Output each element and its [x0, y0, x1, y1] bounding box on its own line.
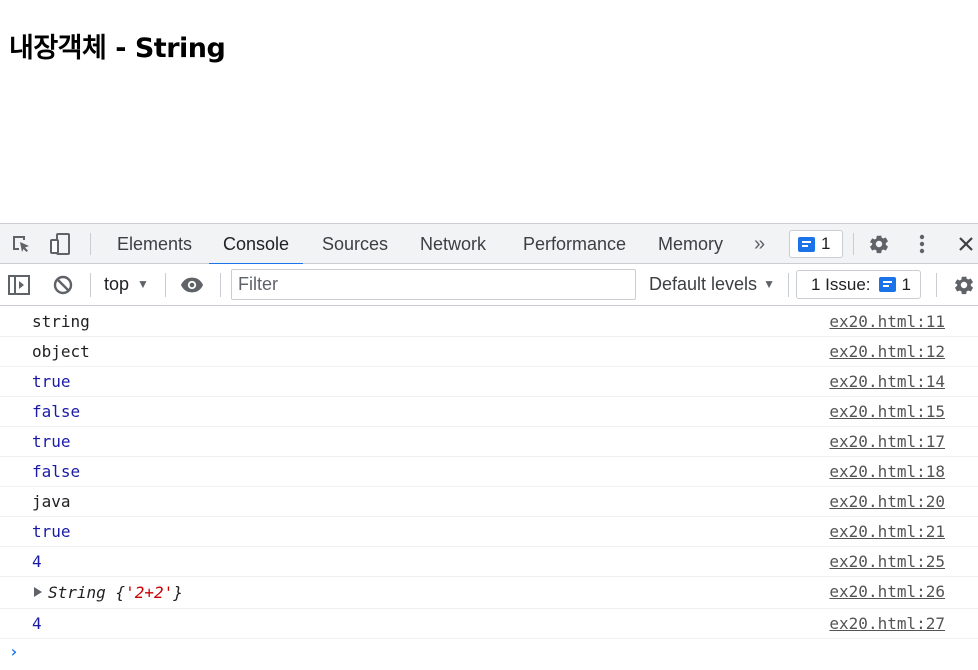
source-link[interactable]: ex20.html:15 — [829, 402, 945, 421]
tab-console[interactable]: Console — [208, 224, 304, 265]
toolbar-divider — [90, 233, 91, 255]
messages-badge[interactable]: 1 — [789, 230, 843, 258]
dropdown-caret-icon: ▼ — [763, 277, 775, 291]
console-message: true — [32, 372, 71, 391]
source-link[interactable]: ex20.html:17 — [829, 432, 945, 451]
console-row: true ex20.html:17 — [0, 427, 978, 457]
more-tabs-icon[interactable]: » — [754, 224, 765, 264]
source-link[interactable]: ex20.html:18 — [829, 462, 945, 481]
toolbar-divider — [90, 273, 91, 297]
toolbar-divider — [936, 273, 937, 297]
prompt-chevron-icon: › — [9, 642, 19, 661]
console-message: 4 — [32, 552, 42, 571]
source-link[interactable]: ex20.html:14 — [829, 372, 945, 391]
show-sidebar-icon[interactable] — [7, 273, 31, 297]
log-levels-label: Default levels — [649, 274, 758, 294]
devtools-panel: Elements Console Sources Network Perform… — [0, 223, 978, 670]
toolbar-divider — [853, 233, 854, 255]
object-string-value: '2+2' — [125, 583, 174, 602]
toolbar-divider — [165, 273, 166, 297]
live-expression-eye-icon[interactable] — [180, 273, 204, 297]
source-link[interactable]: ex20.html:12 — [829, 342, 945, 361]
source-link[interactable]: ex20.html:20 — [829, 492, 945, 511]
console-message: 4 — [32, 614, 42, 633]
context-selector[interactable]: top ▼ — [104, 264, 149, 305]
console-row: false ex20.html:15 — [0, 397, 978, 427]
console-prompt[interactable]: › — [0, 639, 978, 665]
issues-button[interactable]: 1 Issue: 1 — [796, 270, 921, 299]
console-message: true — [32, 522, 71, 541]
close-icon[interactable] — [954, 232, 978, 256]
source-link[interactable]: ex20.html:25 — [829, 552, 945, 571]
console-row: 4 ex20.html:27 — [0, 609, 978, 639]
console-message: object — [32, 342, 90, 361]
console-output: string ex20.html:11 object ex20.html:12 … — [0, 307, 978, 665]
console-message: string — [32, 312, 90, 331]
devtools-tabbar: Elements Console Sources Network Perform… — [0, 223, 978, 265]
object-suffix: } — [173, 583, 183, 602]
console-row-object[interactable]: String {'2+2'} ex20.html:26 — [0, 577, 978, 609]
tab-elements[interactable]: Elements — [117, 224, 192, 264]
toolbar-divider — [788, 273, 789, 297]
tab-sources[interactable]: Sources — [322, 224, 388, 264]
issues-count: 1 — [901, 274, 912, 294]
console-row: false ex20.html:18 — [0, 457, 978, 487]
inspect-element-icon[interactable] — [9, 232, 33, 256]
console-object-message[interactable]: String {'2+2'} — [34, 583, 183, 602]
filter-input[interactable] — [231, 269, 636, 300]
tab-network[interactable]: Network — [420, 224, 486, 264]
console-message: false — [32, 402, 81, 421]
source-link[interactable]: ex20.html:27 — [829, 614, 945, 633]
message-icon — [798, 236, 815, 252]
console-row: true ex20.html:14 — [0, 367, 978, 397]
messages-count: 1 — [821, 234, 831, 253]
console-row: true ex20.html:21 — [0, 517, 978, 547]
source-link[interactable]: ex20.html:11 — [829, 312, 945, 331]
source-link[interactable]: ex20.html:26 — [829, 582, 945, 601]
console-row: 4 ex20.html:25 — [0, 547, 978, 577]
console-row: string ex20.html:11 — [0, 307, 978, 337]
console-row: java ex20.html:20 — [0, 487, 978, 517]
issues-label: 1 Issue: — [811, 274, 871, 294]
clear-console-icon[interactable] — [51, 273, 75, 297]
console-toolbar: top ▼ Default levels ▼ 1 Issue: 1 — [0, 264, 978, 306]
console-row: object ex20.html:12 — [0, 337, 978, 367]
console-message: false — [32, 462, 81, 481]
expand-triangle-icon[interactable] — [34, 587, 42, 597]
console-message: true — [32, 432, 71, 451]
page-title: 내장객체 - String — [9, 33, 226, 64]
issue-icon — [878, 277, 896, 292]
tab-memory[interactable]: Memory — [658, 224, 723, 264]
settings-gear-icon[interactable] — [867, 232, 891, 256]
toolbar-divider — [220, 273, 221, 297]
dropdown-caret-icon: ▼ — [137, 277, 149, 291]
page-content: 내장객체 - String — [0, 0, 978, 223]
source-link[interactable]: ex20.html:21 — [829, 522, 945, 541]
log-levels-dropdown[interactable]: Default levels ▼ — [649, 264, 775, 305]
console-settings-gear-icon[interactable] — [952, 273, 976, 297]
context-label: top — [104, 274, 130, 294]
console-message: java — [32, 492, 71, 511]
tab-performance[interactable]: Performance — [523, 224, 626, 264]
device-toolbar-icon[interactable] — [48, 232, 72, 256]
object-prefix: String { — [48, 583, 126, 602]
more-options-icon[interactable] — [910, 232, 934, 256]
